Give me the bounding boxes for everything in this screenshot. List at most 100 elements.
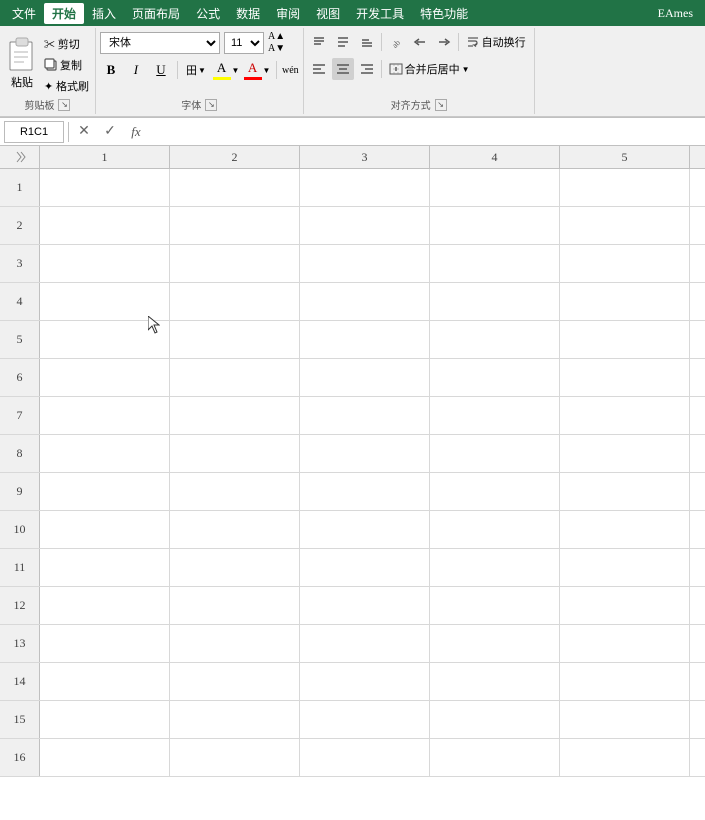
- cell-r6c5[interactable]: [560, 359, 690, 396]
- cell-r9c2[interactable]: [170, 473, 300, 510]
- cell-r4c3[interactable]: [300, 283, 430, 320]
- cell-r16c3[interactable]: [300, 739, 430, 776]
- cell-r7c5[interactable]: [560, 397, 690, 434]
- cell-reference-input[interactable]: [4, 121, 64, 143]
- cell-r10c5[interactable]: [560, 511, 690, 548]
- cell-r2c5[interactable]: [560, 207, 690, 244]
- cell-r6c4[interactable]: [430, 359, 560, 396]
- cell-r3c3[interactable]: [300, 245, 430, 282]
- row-header-16[interactable]: 16: [0, 739, 40, 776]
- menu-item-formula[interactable]: 公式: [188, 3, 228, 24]
- row-header-3[interactable]: 3: [0, 245, 40, 282]
- cell-r3c2[interactable]: [170, 245, 300, 282]
- cell-r16c4[interactable]: [430, 739, 560, 776]
- cell-r12c3[interactable]: [300, 587, 430, 624]
- cell-r6c1[interactable]: [40, 359, 170, 396]
- cell-r1c1[interactable]: [40, 169, 170, 206]
- cell-r7c4[interactable]: [430, 397, 560, 434]
- cell-r7c2[interactable]: [170, 397, 300, 434]
- cell-r13c4[interactable]: [430, 625, 560, 662]
- cell-r3c1[interactable]: [40, 245, 170, 282]
- cell-r12c1[interactable]: [40, 587, 170, 624]
- row-header-9[interactable]: 9: [0, 473, 40, 510]
- col-header-3[interactable]: 3: [300, 146, 430, 168]
- font-color-button[interactable]: A ▼: [243, 59, 271, 81]
- confirm-formula-button[interactable]: ✓: [99, 121, 121, 143]
- cell-r11c4[interactable]: [430, 549, 560, 586]
- cell-r11c5[interactable]: [560, 549, 690, 586]
- cell-r8c5[interactable]: [560, 435, 690, 472]
- menu-item-special[interactable]: 特色功能: [412, 3, 476, 24]
- row-header-13[interactable]: 13: [0, 625, 40, 662]
- cell-r12c5[interactable]: [560, 587, 690, 624]
- row-header-15[interactable]: 15: [0, 701, 40, 738]
- cell-r5c2[interactable]: [170, 321, 300, 358]
- row-header-12[interactable]: 12: [0, 587, 40, 624]
- menu-item-page-layout[interactable]: 页面布局: [124, 3, 188, 24]
- align-bottom-button[interactable]: [356, 31, 378, 53]
- col-header-1[interactable]: 1: [40, 146, 170, 168]
- menu-item-insert[interactable]: 插入: [84, 3, 124, 24]
- align-right-button[interactable]: [356, 58, 378, 80]
- row-header-10[interactable]: 10: [0, 511, 40, 548]
- cell-r14c3[interactable]: [300, 663, 430, 700]
- alignment-expand-button[interactable]: ↘: [435, 99, 447, 111]
- cell-r10c3[interactable]: [300, 511, 430, 548]
- cell-r8c3[interactable]: [300, 435, 430, 472]
- cell-r5c1[interactable]: [40, 321, 170, 358]
- indent-decrease-button[interactable]: [409, 31, 431, 53]
- copy-button[interactable]: 复制: [42, 56, 91, 74]
- paste-button[interactable]: 粘贴: [4, 34, 40, 92]
- cell-r16c2[interactable]: [170, 739, 300, 776]
- cell-r9c4[interactable]: [430, 473, 560, 510]
- merge-center-button[interactable]: 合并后居中 ▼: [385, 59, 474, 79]
- cell-r9c1[interactable]: [40, 473, 170, 510]
- cell-r5c4[interactable]: [430, 321, 560, 358]
- font-expand-button[interactable]: ↘: [205, 99, 217, 111]
- cell-r10c1[interactable]: [40, 511, 170, 548]
- cell-r9c5[interactable]: [560, 473, 690, 510]
- col-header-4[interactable]: 4: [430, 146, 560, 168]
- font-increase-button[interactable]: A▲: [268, 31, 285, 42]
- cell-r1c2[interactable]: [170, 169, 300, 206]
- cell-r4c2[interactable]: [170, 283, 300, 320]
- row-header-8[interactable]: 8: [0, 435, 40, 472]
- cell-r11c1[interactable]: [40, 549, 170, 586]
- highlight-color-button[interactable]: A ▼: [212, 59, 240, 81]
- cell-r14c4[interactable]: [430, 663, 560, 700]
- align-center-button[interactable]: [332, 58, 354, 80]
- indent-increase-button[interactable]: [433, 31, 455, 53]
- cell-r14c2[interactable]: [170, 663, 300, 700]
- cell-r8c2[interactable]: [170, 435, 300, 472]
- row-header-5[interactable]: 5: [0, 321, 40, 358]
- row-header-11[interactable]: 11: [0, 549, 40, 586]
- cell-r15c1[interactable]: [40, 701, 170, 738]
- menu-item-home[interactable]: 开始: [44, 3, 84, 24]
- cell-r6c2[interactable]: [170, 359, 300, 396]
- wenyuan-button[interactable]: wén: [282, 65, 299, 76]
- bold-button[interactable]: B: [100, 59, 122, 81]
- cell-r3c4[interactable]: [430, 245, 560, 282]
- align-left-button[interactable]: [308, 58, 330, 80]
- cell-r14c5[interactable]: [560, 663, 690, 700]
- wrap-text-button[interactable]: 自动换行: [462, 32, 530, 52]
- align-top-left-button[interactable]: [308, 31, 330, 53]
- cancel-formula-button[interactable]: ✕: [73, 121, 95, 143]
- row-header-7[interactable]: 7: [0, 397, 40, 434]
- cell-r4c4[interactable]: [430, 283, 560, 320]
- font-size-select[interactable]: 11: [224, 32, 264, 54]
- cell-r11c3[interactable]: [300, 549, 430, 586]
- font-decrease-button[interactable]: A▼: [268, 43, 285, 54]
- format-painter-button[interactable]: ✦ 格式刷: [42, 77, 91, 95]
- menu-item-data[interactable]: 数据: [228, 3, 268, 24]
- menu-item-developer[interactable]: 开发工具: [348, 3, 412, 24]
- cell-r1c3[interactable]: [300, 169, 430, 206]
- cell-r10c4[interactable]: [430, 511, 560, 548]
- text-orientation-button[interactable]: ab: [385, 31, 407, 53]
- cell-r10c2[interactable]: [170, 511, 300, 548]
- border-button[interactable]: 田 ▼: [183, 59, 209, 81]
- cell-r16c1[interactable]: [40, 739, 170, 776]
- cell-r7c1[interactable]: [40, 397, 170, 434]
- row-header-6[interactable]: 6: [0, 359, 40, 396]
- cell-r4c1[interactable]: [40, 283, 170, 320]
